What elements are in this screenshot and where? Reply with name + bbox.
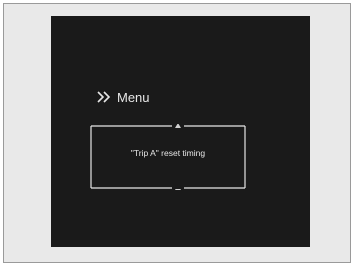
menu-label: Menu xyxy=(117,89,150,105)
double-chevron-right-icon xyxy=(96,90,114,104)
menu-header: Menu xyxy=(96,87,150,107)
menu-item-selector: "Trip A" reset timing xyxy=(90,124,246,190)
menu-item-label: "Trip A" reset timing xyxy=(130,148,206,158)
